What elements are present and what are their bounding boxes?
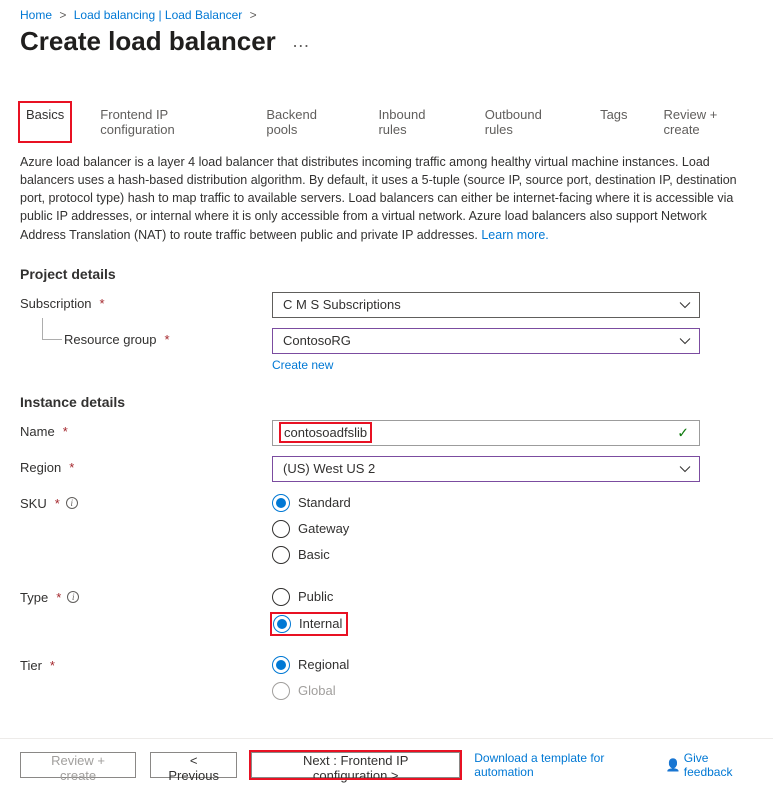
chevron-right-icon: > [59,8,66,22]
resource-group-select[interactable]: ContosoRG [272,328,700,354]
more-actions-button[interactable]: … [286,31,316,52]
chevron-down-icon [679,337,691,345]
sku-basic-radio[interactable]: Basic [272,546,700,564]
chevron-down-icon [679,465,691,473]
type-radio-group: Public Internal [272,586,700,634]
sku-gateway-radio[interactable]: Gateway [272,520,700,538]
breadcrumb-load-balancing[interactable]: Load balancing | Load Balancer [74,8,243,22]
breadcrumb: Home > Load balancing | Load Balancer > [0,8,773,26]
feedback-icon: 👤 [666,758,681,772]
checkmark-icon: ✓ [677,424,689,441]
label-type: Type* i [20,586,272,605]
next-button[interactable]: Next : Frontend IP configuration > [251,752,460,778]
sku-radio-group: Standard Gateway Basic [272,492,700,564]
page-title: Create load balancer [20,26,276,57]
create-new-link[interactable]: Create new [272,358,333,372]
info-icon[interactable]: i [66,497,78,509]
breadcrumb-home[interactable]: Home [20,8,52,22]
review-create-button[interactable]: Review + create [20,752,136,778]
type-public-radio[interactable]: Public [272,588,700,606]
label-tier: Tier* [20,654,272,673]
info-icon[interactable]: i [67,591,79,603]
type-internal-radio[interactable]: Internal [272,614,346,634]
subscription-select[interactable]: C M S Subscriptions [272,292,700,318]
section-project-details: Project details [20,266,753,282]
tab-frontend-ip[interactable]: Frontend IP configuration [94,103,236,141]
tier-regional-radio[interactable]: Regional [272,656,700,674]
tier-radio-group: Regional Global [272,654,700,700]
learn-more-link[interactable]: Learn more. [481,228,548,242]
tier-global-radio: Global [272,682,700,700]
section-instance-details: Instance details [20,394,753,410]
label-region: Region* [20,456,272,475]
tab-review-create[interactable]: Review + create [658,103,753,141]
chevron-right-icon: > [250,8,257,22]
description-text: Azure load balancer is a layer 4 load ba… [0,141,773,244]
label-sku: SKU* i [20,492,272,511]
label-resource-group: Resource group* [20,328,272,347]
previous-button[interactable]: < Previous [150,752,237,778]
label-subscription: Subscription* [20,292,272,311]
chevron-down-icon [679,301,691,309]
tab-basics[interactable]: Basics [20,103,70,141]
tabs: Basics Frontend IP configuration Backend… [0,63,773,141]
download-template-link[interactable]: Download a template for automation [474,751,652,779]
give-feedback-link[interactable]: Give feedback [684,751,753,779]
name-input[interactable]: contosoadfslib ✓ [272,420,700,446]
tab-inbound-rules[interactable]: Inbound rules [372,103,454,141]
region-select[interactable]: (US) West US 2 [272,456,700,482]
footer: Review + create < Previous Next : Fronte… [0,738,773,791]
tab-backend-pools[interactable]: Backend pools [260,103,348,141]
tab-tags[interactable]: Tags [594,103,633,141]
label-name: Name* [20,420,272,439]
tab-outbound-rules[interactable]: Outbound rules [479,103,570,141]
sku-standard-radio[interactable]: Standard [272,494,700,512]
